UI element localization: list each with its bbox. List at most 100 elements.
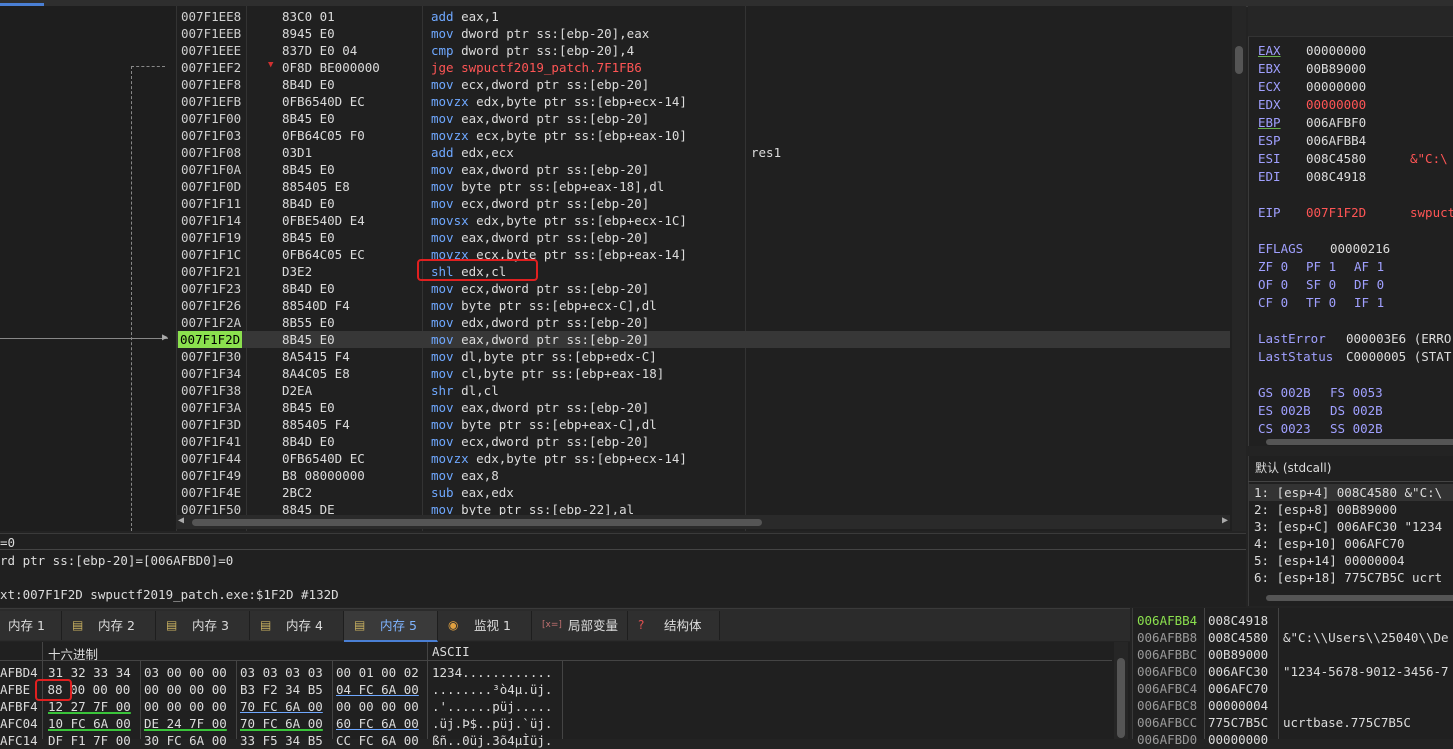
dump-hex-group[interactable]: B3 F2 34 B5 <box>240 681 323 698</box>
registers-scrollbar[interactable] <box>1256 437 1453 447</box>
disasm-row[interactable]: 007F1F3A 8B45 E0 mov eax,dword ptr ss:[ebp… <box>176 399 1230 416</box>
instruction-text[interactable]: mov ecx,dword ptr ss:[ebp-20] <box>431 280 649 297</box>
ascii-column-header[interactable]: ASCII <box>432 644 470 659</box>
dump-hex-group[interactable]: 00 01 00 02 <box>336 664 419 681</box>
disasm-row[interactable]: 007F1F19 8B45 E0 mov eax,dword ptr ss:[ebp… <box>176 229 1230 246</box>
instruction-address[interactable]: 007F1F44 <box>181 450 241 467</box>
register-row[interactable]: CS 0023 SS 002B <box>1258 420 1402 438</box>
disasm-horizontal-scrollbar[interactable]: ◀ ▶ <box>176 515 1230 529</box>
instruction-text[interactable]: sub eax,edx <box>431 484 514 501</box>
instruction-address[interactable]: 007F1F19 <box>181 229 241 246</box>
flag-value[interactable]: PF 1 <box>1306 258 1354 276</box>
call-argument-row[interactable]: 2: [esp+8] 00B89000 <box>1249 501 1453 518</box>
register-row[interactable]: EFLAGS 00000216 <box>1258 240 1390 258</box>
register-value[interactable]: 008C4580 <box>1306 150 1410 168</box>
dump-tab[interactable]: [x=] 局部变量 <box>532 611 628 640</box>
register-value[interactable]: 00B89000 <box>1306 60 1410 78</box>
flag-value[interactable]: CF 0 <box>1258 294 1306 312</box>
instruction-text[interactable]: jge swpuctf2019_patch.7F1FB6 <box>431 59 642 76</box>
disasm-row[interactable]: 007F1F23 8B4D E0 mov ecx,dword ptr ss:[ebp… <box>176 280 1230 297</box>
instruction-address[interactable]: 007F1EEB <box>181 25 241 42</box>
stack-value[interactable]: 00000004 <box>1208 697 1268 714</box>
register-row[interactable]: EDX 00000000 <box>1258 96 1410 114</box>
call-argument-row[interactable]: 4: [esp+10] 006AFC70 <box>1249 535 1453 552</box>
instruction-text[interactable]: movzx edx,byte ptr ss:[ebp+ecx-14] <box>431 93 687 110</box>
instruction-address[interactable]: 007F1F49 <box>181 467 241 484</box>
dump-hex-group[interactable]: 33 F5 34 B5 <box>240 732 323 749</box>
segment-register[interactable]: SS 002B <box>1330 420 1402 438</box>
scroll-right-icon[interactable]: ▶ <box>1222 515 1228 526</box>
disasm-row[interactable]: 007F1F49 B8 08000000 mov eax,8 <box>176 467 1230 484</box>
instruction-text[interactable]: mov byte ptr ss:[ebp+ecx-C],dl <box>431 297 657 314</box>
disasm-vertical-scrollbar[interactable] <box>1232 6 1246 531</box>
instruction-address[interactable]: 007F1F2A <box>181 314 241 331</box>
instruction-address[interactable]: 007F1F3A <box>181 399 241 416</box>
segment-register[interactable]: ES 002B <box>1258 402 1330 420</box>
disasm-row[interactable]: 007F1F0A 8B45 E0 mov eax,dword ptr ss:[ebp… <box>176 161 1230 178</box>
instruction-address[interactable]: 007F1F26 <box>181 297 241 314</box>
dump-hex-group[interactable]: 03 03 03 03 <box>240 664 323 681</box>
disasm-row[interactable]: 007F1F38 D2EA shr dl,cl <box>176 382 1230 399</box>
disasm-row[interactable]: 007F1F3D 885405 F4 mov byte ptr ss:[ebp+ea… <box>176 416 1230 433</box>
dump-ascii[interactable]: 1234............ <box>432 664 552 681</box>
scrollbar-thumb[interactable] <box>1266 439 1453 445</box>
disasm-row[interactable]: 007F1F11 8B4D E0 mov ecx,dword ptr ss:[ebp… <box>176 195 1230 212</box>
instruction-address[interactable]: 007F1F1C <box>181 246 241 263</box>
flag-value[interactable]: TF 0 <box>1306 294 1354 312</box>
instruction-address[interactable]: 007F1F41 <box>181 433 241 450</box>
dump-tab[interactable]: ◉ 监视 1 <box>438 611 532 640</box>
disasm-row[interactable]: 007F1F41 8B4D E0 mov ecx,dword ptr ss:[ebp… <box>176 433 1230 450</box>
register-value[interactable]: 00000216 <box>1330 241 1390 256</box>
dump-ascii[interactable]: ßñ..0üj.3õ4µÌüj. <box>432 732 552 749</box>
disasm-row[interactable]: 007F1F34 8A4C05 E8 mov cl,byte ptr ss:[ebp… <box>176 365 1230 382</box>
instruction-address[interactable]: 007F1F38 <box>181 382 241 399</box>
instruction-address[interactable]: 007F1F21 <box>181 263 241 280</box>
register-row[interactable]: ZF 0 PF 1 AF 1 <box>1258 258 1402 276</box>
instruction-text[interactable]: add edx,ecx <box>431 144 514 161</box>
call-argument-row[interactable]: 1: [esp+4] 008C4580 &"C:\ <box>1249 484 1453 501</box>
instruction-address[interactable]: 007F1F03 <box>181 127 241 144</box>
disasm-row[interactable]: 007F1F21 D3E2 shl edx,cl <box>176 263 1230 280</box>
segment-register[interactable]: GS 002B <box>1258 384 1330 402</box>
instruction-address[interactable]: 007F1EF2 <box>181 59 241 76</box>
register-row[interactable]: ESP 006AFBB4 <box>1258 132 1410 150</box>
instruction-text[interactable]: mov byte ptr ss:[ebp+eax-C],dl <box>431 416 657 433</box>
disasm-row[interactable]: 007F1F30 8A5415 F4 mov dl,byte ptr ss:[ebp… <box>176 348 1230 365</box>
disasm-row[interactable]: 007F1F2D 8B45 E0 mov eax,dword ptr ss:[ebp… <box>176 331 1230 348</box>
instruction-text[interactable]: mov eax,dword ptr ss:[ebp-20] <box>431 161 649 178</box>
stack-row[interactable]: 006AFBBC 00B89000 <box>1132 646 1453 663</box>
flag-value[interactable]: IF 1 <box>1354 294 1402 312</box>
register-row[interactable]: EAX 00000000 <box>1258 42 1410 60</box>
segment-register[interactable]: FS 0053 <box>1330 384 1402 402</box>
instruction-text[interactable]: mov eax,8 <box>431 467 499 484</box>
stack-value[interactable]: 008C4918 <box>1208 612 1268 629</box>
instruction-text[interactable]: movzx edx,byte ptr ss:[ebp+ecx-14] <box>431 450 687 467</box>
dump-address[interactable]: AFC04 <box>0 715 38 732</box>
dump-hex-group[interactable]: CC FC 6A 00 <box>336 732 419 749</box>
dump-hex-group[interactable]: 03 00 00 00 <box>144 664 227 681</box>
instruction-text[interactable]: mov eax,dword ptr ss:[ebp-20] <box>431 229 649 246</box>
disasm-row[interactable]: 007F1F2A 8B55 E0 mov edx,dword ptr ss:[ebp… <box>176 314 1230 331</box>
register-row[interactable]: EBP 006AFBF0 <box>1258 114 1410 132</box>
instruction-text[interactable]: cmp dword ptr ss:[ebp-20],4 <box>431 42 634 59</box>
flag-value[interactable]: ZF 0 <box>1258 258 1306 276</box>
dump-address[interactable]: AFC14 <box>0 732 38 749</box>
dump-hex-group[interactable]: DE 24 7F 00 <box>144 715 227 732</box>
disasm-row[interactable]: 007F1EFB 0FB6540D EC movzx edx,byte ptr ss… <box>176 93 1230 110</box>
instruction-text[interactable]: mov ecx,dword ptr ss:[ebp-20] <box>431 433 649 450</box>
stack-value[interactable]: 006AFC70 <box>1208 680 1268 697</box>
stack-value[interactable]: 775C7B5C <box>1208 714 1268 731</box>
instruction-address[interactable]: 007F1F3D <box>181 416 241 433</box>
instruction-text[interactable]: mov eax,dword ptr ss:[ebp-20] <box>431 399 649 416</box>
register-value[interactable]: 007F1F2D <box>1306 204 1410 222</box>
disasm-row[interactable]: 007F1F44 0FB6540D EC movzx edx,byte ptr ss… <box>176 450 1230 467</box>
disasm-row[interactable]: 007F1F4E 2BC2 sub eax,edx <box>176 484 1230 501</box>
instruction-text[interactable]: movsx edx,byte ptr ss:[ebp+ecx-1C] <box>431 212 687 229</box>
dump-hex-group[interactable]: 60 FC 6A 00 <box>336 715 419 732</box>
instruction-text[interactable]: add eax,1 <box>431 8 499 25</box>
segment-register[interactable]: DS 002B <box>1330 402 1402 420</box>
call-argument-row[interactable]: 5: [esp+14] 00000004 <box>1249 552 1453 569</box>
dump-hex-group[interactable]: 30 FC 6A 00 <box>144 732 227 749</box>
register-row[interactable]: LastError 000003E6 (ERRO <box>1258 330 1451 348</box>
call-argument-row[interactable]: 6: [esp+18] 775C7B5C ucrt <box>1249 569 1453 586</box>
